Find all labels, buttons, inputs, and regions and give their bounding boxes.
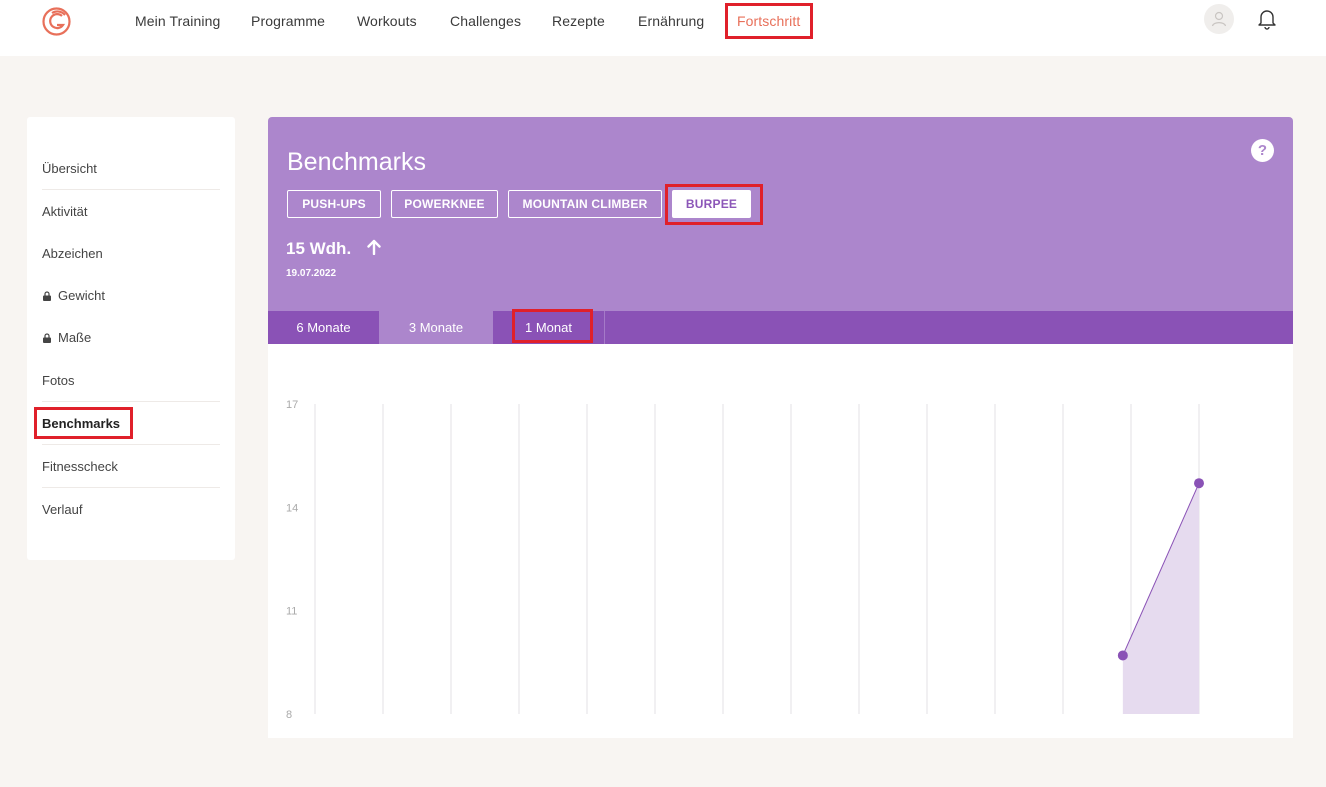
benchmark-date: 19.07.2022 — [286, 268, 337, 279]
sidebar-item-fitnesscheck[interactable]: Fitnesscheck — [42, 459, 220, 474]
sidebar-item-benchmarks[interactable]: Benchmarks — [42, 416, 220, 431]
sidebar-item-label: Gewicht — [58, 288, 105, 303]
y-tick-label: 11 — [286, 606, 297, 618]
benchmark-button-powerknee[interactable]: POWERKNEE — [391, 190, 498, 218]
divider — [42, 401, 220, 402]
data-point — [1194, 478, 1204, 489]
sidebar-item-verlauf[interactable]: Verlauf — [42, 502, 220, 517]
sidebar-item-fotos[interactable]: Fotos — [42, 373, 220, 388]
sidebar-item-aktivitaet[interactable]: Aktivität — [42, 204, 220, 219]
y-tick-label: 17 — [286, 399, 298, 411]
highlight-box-1-monat — [512, 309, 593, 343]
sidebar-item-gewicht[interactable]: Gewicht — [42, 288, 220, 303]
benchmark-button-mountain-climber[interactable]: MOUNTAIN CLIMBER — [508, 190, 662, 218]
series-area — [1122, 483, 1199, 714]
chart-svg: 17 14 11 8 — [286, 399, 1204, 721]
sidebar-item-label: Maße — [58, 330, 92, 345]
divider — [42, 444, 220, 445]
tab-3-monate[interactable]: 3 Monate — [379, 311, 493, 344]
sidebar: Übersicht Aktivität Abzeichen Gewicht Ma… — [27, 117, 235, 560]
bell-icon[interactable] — [1256, 8, 1278, 30]
benchmark-value-text: 15 Wdh. — [286, 239, 352, 258]
divider — [42, 189, 220, 190]
page-title: Benchmarks — [287, 148, 426, 176]
benchmark-button-push-ups[interactable]: PUSH-UPS — [287, 190, 381, 218]
benchmark-button-burpee[interactable]: BURPEE — [672, 190, 751, 218]
nav-rezepte[interactable]: Rezepte — [552, 13, 605, 29]
help-icon[interactable]: ? — [1251, 139, 1274, 162]
y-tick-label: 14 — [286, 502, 298, 514]
sidebar-item-masse[interactable]: Maße — [42, 330, 220, 345]
top-nav: Mein Training Programme Workouts Challen… — [0, 0, 1326, 56]
sidebar-item-uebersicht[interactable]: Übersicht — [42, 161, 220, 176]
data-point — [1117, 650, 1128, 661]
lock-icon — [43, 333, 51, 343]
nav-mein-training[interactable]: Mein Training — [135, 13, 220, 29]
period-tabs: 6 Monate 3 Monate 1 Monat — [268, 309, 1293, 344]
nav-ernaehrung[interactable]: Ernährung — [638, 13, 704, 29]
benchmarks-panel: Benchmarks ? PUSH-UPS POWERKNEE MOUNTAIN… — [268, 117, 1293, 311]
sidebar-item-abzeichen[interactable]: Abzeichen — [42, 246, 220, 261]
tab-divider — [604, 311, 605, 344]
logo-icon[interactable] — [40, 5, 73, 38]
benchmark-chart: 17 14 11 8 — [268, 344, 1293, 738]
avatar[interactable] — [1204, 4, 1234, 34]
y-tick-label: 8 — [286, 709, 292, 721]
user-icon — [1211, 11, 1227, 27]
lock-icon — [43, 291, 51, 301]
divider — [42, 487, 220, 488]
nav-workouts[interactable]: Workouts — [357, 13, 417, 29]
nav-challenges[interactable]: Challenges — [450, 13, 521, 29]
arrow-up-icon — [367, 239, 381, 255]
tab-6-monate[interactable]: 6 Monate — [268, 311, 379, 344]
nav-fortschritt[interactable]: Fortschritt — [737, 13, 800, 29]
benchmark-value: 15 Wdh. — [286, 239, 382, 259]
nav-programme[interactable]: Programme — [251, 13, 325, 29]
